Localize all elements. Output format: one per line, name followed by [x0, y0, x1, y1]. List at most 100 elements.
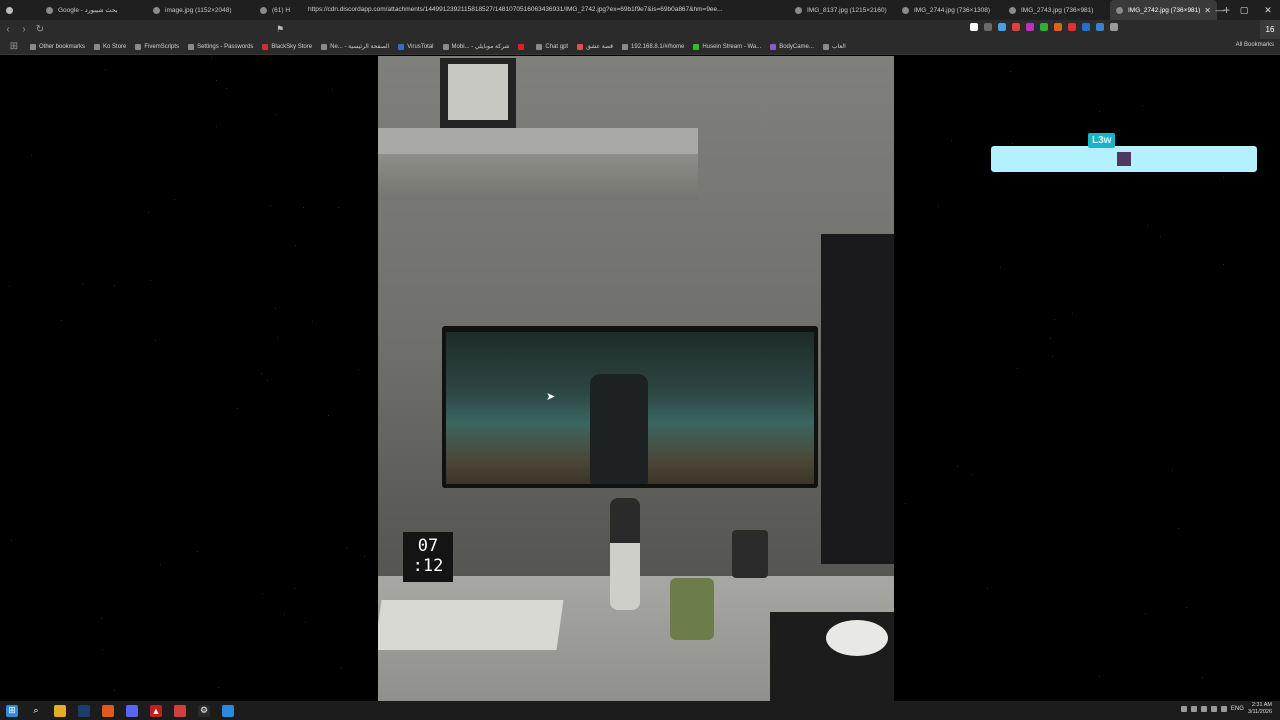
- steam-icon[interactable]: [78, 704, 90, 717]
- background-speck: [1098, 675, 1100, 677]
- extension-icon[interactable]: [970, 23, 978, 31]
- url-text: https://cdn.discordapp.com/attachments/1…: [308, 6, 723, 13]
- bookmark-item[interactable]: قصة عشق: [577, 43, 613, 50]
- background-speck: [150, 280, 152, 282]
- bookmark-item[interactable]: Ne... - الصفحة الرئيسية: [321, 43, 389, 50]
- app-blue-icon[interactable]: [222, 704, 234, 717]
- address-bar[interactable]: https://cdn.discordapp.com/attachments/1…: [290, 2, 790, 17]
- overlay-tag-text: L3w: [1092, 135, 1112, 146]
- background-speck: [101, 648, 103, 650]
- bookmark-item[interactable]: BodyCame...: [770, 43, 814, 50]
- extension-icon[interactable]: [998, 23, 1006, 31]
- tab-7[interactable]: IMG_8137.jpg (1215×2160): [789, 0, 896, 20]
- bookmark-favicon-icon: [577, 43, 584, 50]
- reload-icon[interactable]: ↻: [32, 24, 48, 35]
- search-icon[interactable]: ⌕: [30, 704, 42, 717]
- extension-icon[interactable]: [1096, 23, 1104, 31]
- browser-menu-tab[interactable]: [0, 0, 40, 20]
- bookmark-item[interactable]: FivemScripts: [135, 43, 179, 50]
- bookmark-item[interactable]: 192.168.8.1/#/home: [622, 43, 684, 50]
- background-speck: [8, 286, 10, 288]
- background-speck: [60, 319, 62, 321]
- tray-icon[interactable]: [1200, 706, 1207, 712]
- bookmark-favicon-icon: [622, 43, 629, 50]
- bookmark-favicon-icon: [94, 43, 101, 50]
- extension-icon[interactable]: [1068, 23, 1076, 31]
- close-window-button[interactable]: ✕: [1256, 5, 1280, 16]
- bookmark-item[interactable]: [518, 43, 527, 50]
- tab-1[interactable]: image.jpg (1152×2048): [147, 0, 254, 20]
- background-speck: [114, 689, 116, 691]
- bookmark-item[interactable]: Other bookmarks: [30, 43, 85, 50]
- tab-label: IMG_2743.jpg (736×981): [1021, 6, 1094, 14]
- tab-favicon-icon: [1116, 6, 1123, 14]
- tab-9[interactable]: IMG_2743.jpg (736×981): [1003, 0, 1110, 20]
- extension-icon[interactable]: [1054, 23, 1062, 31]
- photo-shelf-edge: [378, 154, 698, 200]
- bookmark-icon[interactable]: ⚑: [276, 24, 284, 35]
- extension-icon[interactable]: [1040, 23, 1048, 31]
- bookmark-favicon-icon: [518, 43, 525, 50]
- background-speck: [174, 199, 176, 201]
- apps-grid-icon[interactable]: ⊞: [6, 41, 22, 52]
- photo-keyboard: [378, 600, 564, 650]
- profile-button[interactable]: 16: [1260, 20, 1280, 39]
- volume-icon[interactable]: [1220, 706, 1227, 712]
- file-explorer-icon[interactable]: [54, 704, 66, 717]
- tray-clock[interactable]: 2:31 AM 3/11/2026: [1248, 702, 1272, 716]
- extension-icon[interactable]: [1110, 23, 1118, 31]
- bookmark-favicon-icon: [398, 43, 405, 50]
- tab-8[interactable]: IMG_2744.jpg (736×1308): [896, 0, 1003, 20]
- bookmark-favicon-icon: [30, 43, 36, 50]
- bookmark-item[interactable]: Chat gpt: [536, 43, 568, 50]
- wifi-icon[interactable]: [1210, 706, 1217, 712]
- background-speck: [10, 540, 12, 542]
- bookmark-favicon-icon: [442, 43, 449, 50]
- tab-label: IMG_8137.jpg (1215×2160): [807, 6, 887, 14]
- discord-icon[interactable]: [126, 704, 138, 717]
- background-speck: [987, 587, 989, 589]
- app-red-icon[interactable]: ▲: [150, 704, 162, 717]
- bookmark-label: العاب: [831, 44, 846, 50]
- browser-logo-icon: [6, 6, 13, 14]
- bookmark-label: قصة عشق: [586, 44, 614, 50]
- tab-label: IMG_2742.jpg (736×981): [1128, 6, 1201, 14]
- all-bookmarks-button[interactable]: All Bookmarks: [1236, 42, 1274, 48]
- settings-icon[interactable]: ⚙: [198, 704, 210, 717]
- extension-icon[interactable]: [984, 23, 992, 31]
- back-icon[interactable]: ‹: [0, 24, 16, 35]
- bookmark-item[interactable]: VirusTotal: [398, 43, 434, 50]
- tab-10[interactable]: IMG_2742.jpg (736×981) ✕: [1110, 0, 1217, 20]
- bookmark-item[interactable]: Settings - Passwords: [188, 43, 253, 50]
- language-indicator[interactable]: ENG: [1231, 706, 1244, 712]
- tab-favicon-icon: [1009, 6, 1016, 14]
- taskbar: ⊞ ⌕ ▲ ⚙: [0, 701, 1280, 720]
- background-speck: [305, 621, 307, 623]
- tab-0[interactable]: Google - بحث شيبورد: [40, 0, 147, 20]
- extension-icon[interactable]: [1012, 23, 1020, 31]
- photo-game-character: [590, 374, 648, 484]
- background-speck: [225, 88, 227, 90]
- bookmark-item[interactable]: BlackSky Store: [262, 43, 312, 50]
- windows-icon[interactable]: ⊞: [6, 704, 18, 717]
- tab-favicon-icon: [260, 6, 267, 14]
- browser-icon[interactable]: [102, 704, 114, 717]
- background-speck: [1171, 470, 1173, 471]
- background-speck: [215, 79, 217, 81]
- bookmark-item[interactable]: Ko Store: [94, 43, 126, 50]
- tray-icon[interactable]: [1180, 706, 1187, 712]
- maximize-button[interactable]: ▢: [1232, 5, 1256, 16]
- bookmark-item[interactable]: Husein Stream - Wa...: [693, 43, 761, 50]
- background-speck: [294, 245, 296, 247]
- background-speck: [100, 618, 102, 620]
- extension-icon[interactable]: [1026, 23, 1034, 31]
- tray-icon[interactable]: [1190, 706, 1197, 712]
- forward-icon[interactable]: ›: [16, 24, 32, 35]
- bookmark-item[interactable]: العاب: [822, 43, 846, 50]
- background-speck: [1000, 267, 1002, 269]
- bookmark-favicon-icon: [135, 43, 142, 50]
- extension-icon[interactable]: [1082, 23, 1090, 31]
- minimize-button[interactable]: —: [1208, 5, 1232, 15]
- bookmark-item[interactable]: Mobi... - شركة موبايلي: [442, 43, 509, 50]
- app-circle-icon[interactable]: [174, 704, 186, 717]
